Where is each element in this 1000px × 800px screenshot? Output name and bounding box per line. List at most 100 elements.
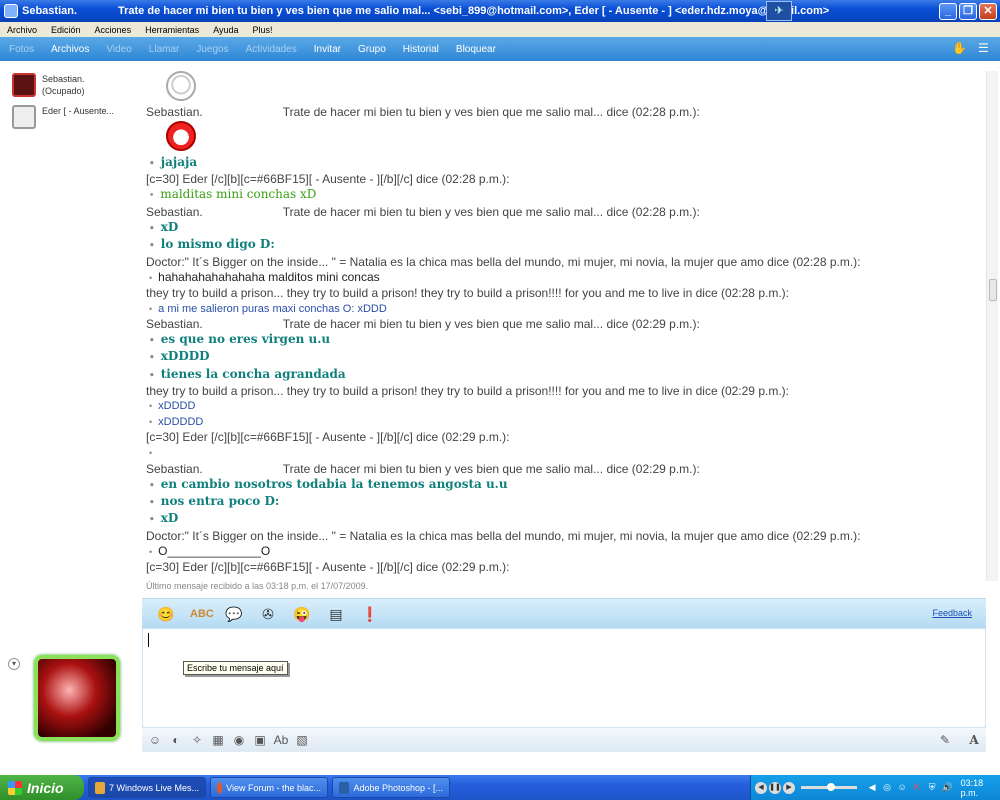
participant-avatar [12, 105, 36, 129]
handwriting-icon[interactable]: ✎ [937, 732, 953, 748]
message-header: [c=30] Eder [/c][b][c=#66BF15][ - Ausent… [146, 430, 986, 445]
sender-name: they try to build a prison... they try t… [146, 286, 789, 301]
task-messenger[interactable]: 7 Windows Live Mes... [88, 777, 206, 798]
task-browser[interactable]: View Forum - the blac... [210, 777, 328, 798]
globe-icon[interactable]: ◉ [231, 732, 247, 748]
toolbar-historial[interactable]: Historial [394, 44, 447, 55]
conversation-window: Sebastian. (Ocupado) Eder [ - Ausente...… [0, 61, 1000, 775]
wink-icon[interactable]: 😜 [292, 605, 312, 623]
message-text: es que no eres virgen u.u [146, 332, 986, 349]
menu-edicion[interactable]: Edición [44, 25, 88, 35]
toolbar-actividades[interactable]: Actividades [237, 44, 305, 55]
message-header: [c=30] Eder [/c][b][c=#66BF15][ - Ausent… [146, 172, 986, 187]
start-button[interactable]: Inicio [0, 775, 84, 800]
collapse-icon[interactable]: ▾ [8, 658, 20, 670]
user-avatar[interactable] [34, 655, 120, 741]
photoshop-icon [339, 781, 350, 794]
task-photoshop[interactable]: Adobe Photoshop - [... [332, 777, 450, 798]
minimize-button[interactable]: _ [939, 2, 957, 20]
sender-name: [c=30] Eder [/c][b][c=#66BF15][ - Ausent… [146, 560, 510, 575]
close-button[interactable]: ✕ [979, 2, 997, 20]
participant-eder[interactable]: Eder [ - Ausente... [12, 105, 132, 129]
wink-picker-icon[interactable]: ✧ [189, 732, 205, 748]
media-volume-slider[interactable] [801, 783, 857, 791]
emoticon-picker-icon[interactable]: ☺ [147, 732, 163, 748]
antivirus-icon[interactable]: K [912, 782, 923, 793]
nudge-icon[interactable]: ✇ [258, 605, 278, 623]
participant-name: Sebastian. [42, 74, 85, 84]
messenger-tray-icon[interactable]: ☺ [897, 782, 908, 793]
message-input[interactable] [142, 628, 986, 728]
voice-clip-icon[interactable]: ◐ [168, 732, 184, 748]
volume-icon[interactable]: 🔊 [942, 782, 953, 793]
message-text: xD [146, 220, 986, 237]
menu-plus[interactable]: Plus! [245, 25, 279, 35]
last-message-status: Último mensaje recibido a las 03:18 p.m.… [146, 581, 369, 591]
toolbar-bloquear[interactable]: Bloquear [447, 44, 504, 55]
toolbar-video[interactable]: Video [97, 44, 139, 55]
menu-acciones[interactable]: Acciones [88, 25, 139, 35]
sender-name: Sebastian. [146, 316, 203, 331]
action-toolbar: Fotos Archivos Video Llamar Juegos Activ… [0, 37, 1000, 61]
security-icon[interactable]: ⛨ [927, 782, 938, 793]
participant-status: (Ocupado) [42, 86, 85, 96]
message-text: nos entra poco D: [146, 494, 986, 511]
toolbar-grupo[interactable]: Grupo [349, 44, 394, 55]
previous-icon[interactable]: ◀ [755, 781, 767, 794]
message-header: Doctor:" It´s Bigger on the inside... " … [146, 255, 986, 270]
color-picker-icon[interactable]: ▧ [294, 732, 310, 748]
sender-nickname: Trate de hacer mi bien tu bien y ves bie… [282, 105, 700, 120]
firefox-icon [217, 781, 223, 794]
next-icon[interactable]: ▶ [783, 781, 795, 794]
message-header: [c=30] Eder [/c][b][c=#66BF15][ - Ausent… [146, 560, 986, 575]
emoticon-image [146, 71, 986, 105]
message-text: jajaja [146, 155, 986, 172]
menu-bar: Archivo Edición Acciones Herramientas Ay… [0, 22, 1000, 37]
text-mode-icon[interactable]: A [966, 732, 982, 748]
maximize-button[interactable]: ❐ [959, 2, 977, 20]
sender-nickname: Trate de hacer mi bien tu bien y ves bie… [282, 461, 700, 476]
message-header: Sebastian. Trate de hacer mi bien tu bien… [146, 462, 986, 477]
message-text: tienes la concha agrandada [146, 367, 986, 384]
font-icon[interactable]: ABC [190, 605, 214, 623]
conversation-scrollbar[interactable] [986, 71, 998, 581]
background-icon[interactable]: ▤ [326, 605, 346, 623]
font-style-icon[interactable]: Ab [273, 732, 289, 748]
toolbar-fotos[interactable]: Fotos [0, 44, 42, 55]
toolbar-invitar[interactable]: Invitar [305, 44, 349, 55]
toolbar-archivos[interactable]: Archivos [42, 44, 97, 55]
menu-ayuda[interactable]: Ayuda [206, 25, 245, 35]
start-label: Inicio [27, 779, 64, 796]
toolbar-juegos[interactable]: Juegos [187, 44, 236, 55]
nudge-flag-icon[interactable]: ✈ [766, 1, 792, 21]
participant-avatar [12, 73, 36, 97]
menu-archivo[interactable]: Archivo [0, 25, 44, 35]
title-bar: Sebastian. Trate de hacer mi bien tu bie… [0, 0, 1000, 22]
image-icon[interactable]: ▣ [252, 732, 268, 748]
message-text: xD [146, 511, 986, 528]
input-tooltip: Escribe tu mensaje aquí [183, 661, 288, 675]
feedback-link[interactable]: Feedback [932, 608, 972, 618]
grid-icon[interactable]: ▦ [210, 732, 226, 748]
toolbar-llamar[interactable]: Llamar [140, 44, 188, 55]
pause-icon[interactable]: ❚❚ [769, 781, 781, 794]
conversation-history[interactable]: Sebastian. Trate de hacer mi bien tu bien… [146, 71, 986, 576]
speech-bubble-icon[interactable]: 💬 [224, 605, 244, 623]
sender-name: [c=30] Eder [/c][b][c=#66BF15][ - Ausent… [146, 172, 510, 187]
sender-name: Sebastian. [146, 105, 203, 120]
emoticon-icon[interactable]: 😊 [156, 605, 176, 623]
wink-menu-icon[interactable]: ✋ [952, 41, 967, 55]
network-icon[interactable]: ◎ [882, 782, 893, 793]
participant-sebastian[interactable]: Sebastian. (Ocupado) [12, 73, 132, 97]
system-tray: ◀ ❚❚ ▶ ◀ ◎ ☺ K ⛨ 🔊 03:18 p.m. [750, 775, 1000, 800]
menu-herramientas[interactable]: Herramientas [138, 25, 206, 35]
message-text: a mi me salieron puras maxi conchas O: x… [146, 302, 986, 317]
options-menu-icon[interactable]: ☰ [978, 41, 992, 55]
scrollbar-thumb[interactable] [989, 279, 997, 301]
back-icon[interactable]: ◀ [867, 782, 878, 793]
alert-icon[interactable]: ❗ [360, 605, 380, 623]
message-header: Doctor:" It´s Bigger on the inside... " … [146, 529, 986, 544]
message-header: Sebastian. Trate de hacer mi bien tu bien… [146, 105, 986, 120]
sender-nickname: Trate de hacer mi bien tu bien y ves bie… [282, 204, 700, 219]
message-text: xDDDD [146, 399, 986, 414]
